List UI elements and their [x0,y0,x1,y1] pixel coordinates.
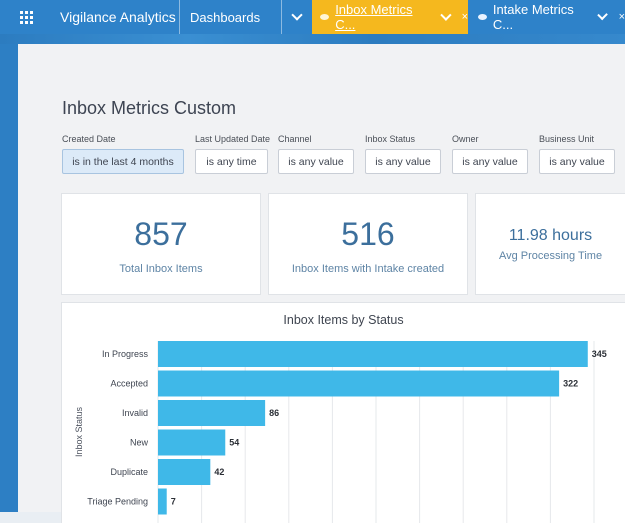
tab-menu-chevron-icon[interactable] [597,9,609,21]
tab-intake-metrics-label: Intake Metrics C... [492,2,574,32]
chevron-down-icon [291,9,303,21]
filter-channel[interactable]: is any value [278,149,354,174]
data-label: 86 [269,408,279,418]
bar-in-progress[interactable] [158,341,588,367]
filter-created-date[interactable]: is in the last 4 months [62,149,184,174]
bar-accepted[interactable] [158,370,560,397]
kpi-card-intake-created[interactable]: 516 Inbox Items with Intake created [269,194,467,294]
filter-label-business-unit: Business Unit [539,134,595,144]
category-label: In Progress [102,349,149,359]
filter-label-created-date: Created Date [62,134,116,144]
data-label: 345 [592,349,607,359]
kpi-label: Inbox Items with Intake created [291,263,445,275]
kpi-card-avg-processing[interactable]: 11.98 hours Avg Processing Time [476,194,625,294]
left-gutter [0,44,18,512]
category-label: Accepted [110,379,148,389]
tab-inbox-metrics[interactable]: Inbox Metrics C... × [312,0,468,34]
filter-business-unit[interactable]: is any value [539,149,615,174]
kpi-value: 516 [341,216,395,252]
kpi-value: 857 [134,216,188,252]
dashboard-tab-icon [320,14,330,20]
nav-decorative-strip [0,34,625,44]
chart-card-inbox-by-status[interactable]: Inbox Items by Status Inbox Status In Pr… [62,303,625,523]
kpi-value: 11.98 hours [508,227,593,244]
filter-inbox-status[interactable]: is any value [365,149,441,174]
kpi-label: Avg Processing Time [498,250,603,262]
kpi-card-total-inbox[interactable]: 857 Total Inbox Items [62,194,260,294]
bar-duplicate[interactable] [158,459,211,485]
data-label: 7 [171,497,176,507]
tab-inbox-metrics-label: Inbox Metrics C... [335,2,413,32]
tab-menu-chevron-icon[interactable] [440,9,452,21]
tab-intake-metrics[interactable]: Intake Metrics C... × [468,0,625,34]
category-label: Invalid [122,408,148,418]
app-launcher-button[interactable] [0,0,52,34]
filter-label-owner: Owner [452,134,479,144]
dashboard-tab-icon [478,14,487,20]
kpi-label: Total Inbox Items [119,263,203,275]
close-tab-icon[interactable]: × [619,11,625,23]
dashboard-page: Inbox Metrics Custom Created Date Last U… [18,44,625,523]
app-name[interactable]: Vigilance Analytics [52,0,180,34]
filter-owner[interactable]: is any value [452,149,528,174]
data-label: 54 [229,438,239,448]
category-label: New [130,438,149,448]
bar-triage-pending[interactable] [158,488,167,515]
category-label: Triage Pending [87,497,148,507]
filter-label-inbox-status: Inbox Status [365,134,416,144]
dashboards-nav-item[interactable]: Dashboards [180,0,282,34]
data-label: 322 [563,379,578,389]
bar-chart: In Progress 345 Accepted 322 Invalid 86 New 54 D… [87,341,607,523]
filter-label-last-updated: Last Updated Date [195,134,271,144]
filter-last-updated-date[interactable]: is any time [195,149,268,174]
filter-label-channel: Channel [278,134,312,144]
nav-dropdown-button[interactable] [282,0,312,34]
bar-invalid[interactable] [158,400,266,426]
data-label: 42 [214,467,224,477]
category-label: Duplicate [110,467,148,477]
apps-grid-icon [19,10,33,24]
top-navigation-bar: Vigilance Analytics Dashboards Inbox Met… [0,0,625,44]
page-title: Inbox Metrics Custom [62,98,237,118]
bar-new[interactable] [158,429,226,456]
